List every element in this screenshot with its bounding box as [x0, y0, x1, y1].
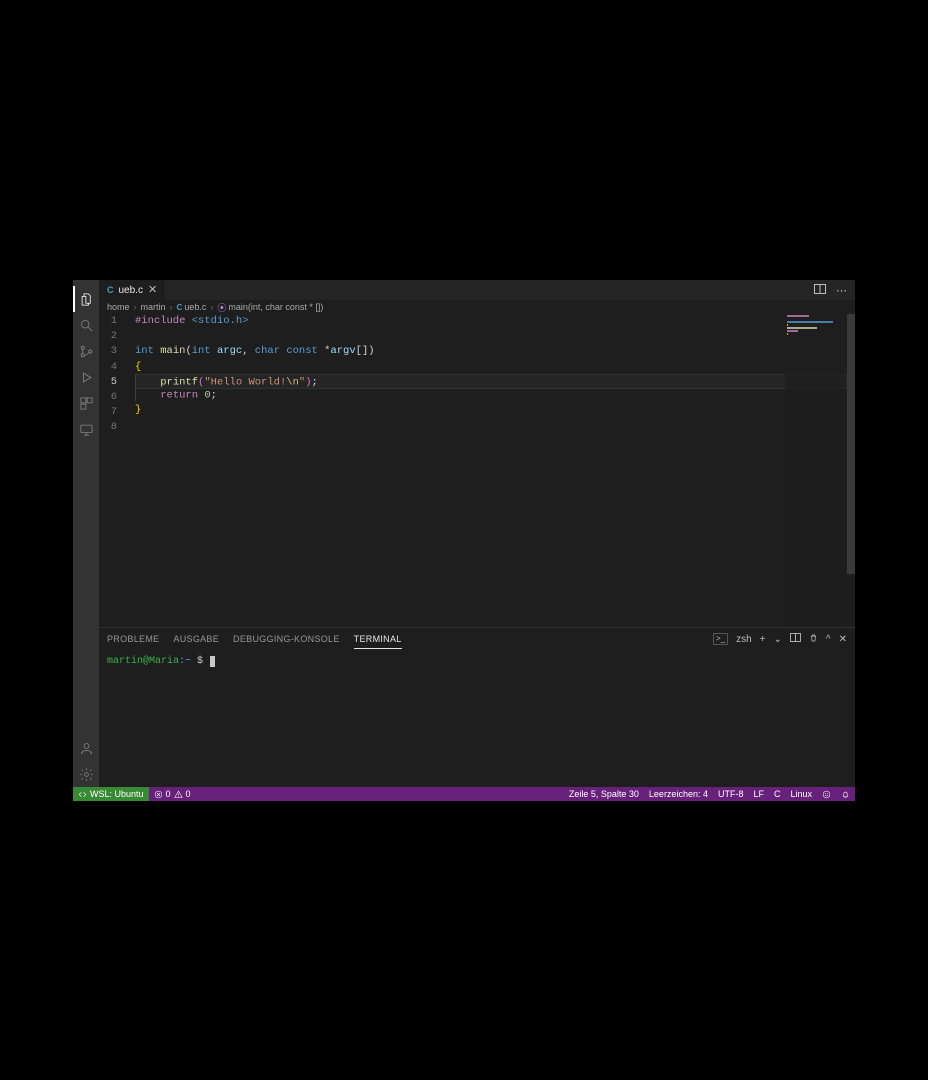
code-line[interactable]: {	[135, 360, 855, 375]
main-area: C ueb.c ✕ ⋯ home › martin › C ueb.c	[73, 280, 855, 787]
status-language[interactable]: C	[769, 789, 786, 799]
remote-label: WSL: Ubuntu	[90, 789, 144, 799]
terminal-user-host: martin@Maria	[107, 656, 179, 667]
code-line[interactable]: return 0;	[135, 388, 855, 403]
c-lang-icon: C	[177, 303, 183, 312]
status-encoding[interactable]: UTF-8	[713, 789, 749, 799]
warning-icon	[174, 790, 183, 799]
more-actions-icon[interactable]: ⋯	[836, 284, 847, 297]
extensions-icon[interactable]	[73, 390, 99, 416]
tab-filename: ueb.c	[119, 285, 143, 296]
terminal-dropdown-icon[interactable]: ⌄	[774, 634, 782, 645]
minimap[interactable]	[785, 314, 845, 627]
status-os[interactable]: Linux	[785, 789, 817, 799]
bottom-panel: PROBLEME AUSGABE DEBUGGING-KONSOLE TERMI…	[99, 627, 855, 787]
error-count: 0	[166, 789, 171, 799]
line-number: 2	[99, 329, 127, 344]
line-number: 8	[99, 420, 127, 435]
code-line[interactable]	[135, 329, 855, 344]
line-number: 6	[99, 390, 127, 405]
source-control-icon[interactable]	[73, 338, 99, 364]
editor-actions: ⋯	[814, 284, 855, 297]
line-number: 4	[99, 360, 127, 375]
breadcrumb-item[interactable]: martin	[141, 302, 166, 312]
panel-actions: >_ zsh + ⌄ ^ ✕	[713, 633, 847, 646]
remote-explorer-icon[interactable]	[73, 416, 99, 442]
chevron-right-icon: ›	[168, 302, 175, 312]
remote-indicator[interactable]: WSL: Ubuntu	[73, 787, 149, 801]
breadcrumbs[interactable]: home › martin › C ueb.c › ⦿ main(int, ch…	[99, 300, 855, 314]
c-lang-icon: C	[107, 285, 114, 295]
error-icon	[154, 790, 163, 799]
terminal-prompt-symbol: $	[197, 656, 203, 667]
tab-bar: C ueb.c ✕ ⋯	[99, 280, 855, 300]
close-panel-icon[interactable]: ✕	[839, 634, 847, 645]
settings-gear-icon[interactable]	[73, 761, 99, 787]
explorer-icon[interactable]	[73, 286, 99, 312]
code-line[interactable]	[135, 418, 855, 433]
run-debug-icon[interactable]	[73, 364, 99, 390]
status-bar: WSL: Ubuntu 0 0 Zeile 5, Spalte 30 Leerz…	[73, 787, 855, 801]
editor-column: C ueb.c ✕ ⋯ home › martin › C ueb.c	[99, 280, 855, 787]
symbol-function-icon: ⦿	[217, 301, 226, 314]
panel-tab-output[interactable]: AUSGABE	[173, 630, 219, 648]
shell-icon[interactable]: >_	[713, 633, 728, 645]
line-number-gutter: 12345678	[99, 314, 127, 627]
tab-close-icon[interactable]: ✕	[148, 285, 157, 296]
warning-count: 0	[186, 789, 191, 799]
breadcrumb-item[interactable]: ueb.c	[184, 302, 206, 312]
line-number: 7	[99, 405, 127, 420]
vscode-window: C ueb.c ✕ ⋯ home › martin › C ueb.c	[73, 280, 855, 801]
status-problems[interactable]: 0 0	[149, 789, 196, 799]
code-editor[interactable]: 12345678 #include <stdio.h> int main(int …	[99, 314, 855, 627]
vertical-scrollbar[interactable]	[847, 314, 855, 574]
remote-icon	[78, 790, 87, 799]
line-number: 5	[99, 375, 127, 390]
split-terminal-icon[interactable]	[790, 633, 801, 645]
account-icon[interactable]	[73, 735, 99, 761]
code-line[interactable]: #include <stdio.h>	[135, 314, 855, 329]
status-indentation[interactable]: Leerzeichen: 4	[644, 789, 713, 799]
panel-tab-problems[interactable]: PROBLEME	[107, 630, 159, 648]
code-line[interactable]: printf("Hello World!\n");	[135, 374, 855, 389]
search-icon[interactable]	[73, 312, 99, 338]
terminal-path: :~	[179, 656, 191, 667]
chevron-right-icon: ›	[208, 302, 215, 312]
status-eol[interactable]: LF	[748, 789, 769, 799]
new-terminal-icon[interactable]: +	[760, 634, 766, 645]
code-line[interactable]: int main(int argc, char const *argv[])	[135, 344, 855, 359]
status-notifications-icon[interactable]	[836, 790, 855, 799]
code-content[interactable]: #include <stdio.h> int main(int argc, cha…	[127, 314, 855, 627]
code-line[interactable]: }	[135, 403, 855, 418]
split-editor-icon[interactable]	[814, 284, 826, 297]
chevron-right-icon: ›	[132, 302, 139, 312]
shell-name[interactable]: zsh	[736, 634, 752, 645]
terminal-cursor	[210, 656, 215, 667]
status-cursor-position[interactable]: Zeile 5, Spalte 30	[564, 789, 644, 799]
panel-tab-terminal[interactable]: TERMINAL	[354, 630, 402, 649]
activity-bar	[73, 280, 99, 787]
terminal-body[interactable]: martin@Maria:~ $	[99, 650, 855, 787]
breadcrumb-symbol[interactable]: main(int, char const * [])	[228, 302, 323, 312]
breadcrumb-item[interactable]: home	[107, 302, 130, 312]
panel-tab-bar: PROBLEME AUSGABE DEBUGGING-KONSOLE TERMI…	[99, 628, 855, 650]
panel-tab-debug-console[interactable]: DEBUGGING-KONSOLE	[233, 630, 340, 648]
editor-tab[interactable]: C ueb.c ✕	[99, 280, 166, 300]
maximize-panel-icon[interactable]: ^	[826, 634, 831, 645]
kill-terminal-icon[interactable]	[809, 633, 818, 646]
line-number: 3	[99, 344, 127, 359]
status-feedback-icon[interactable]	[817, 790, 836, 799]
line-number: 1	[99, 314, 127, 329]
